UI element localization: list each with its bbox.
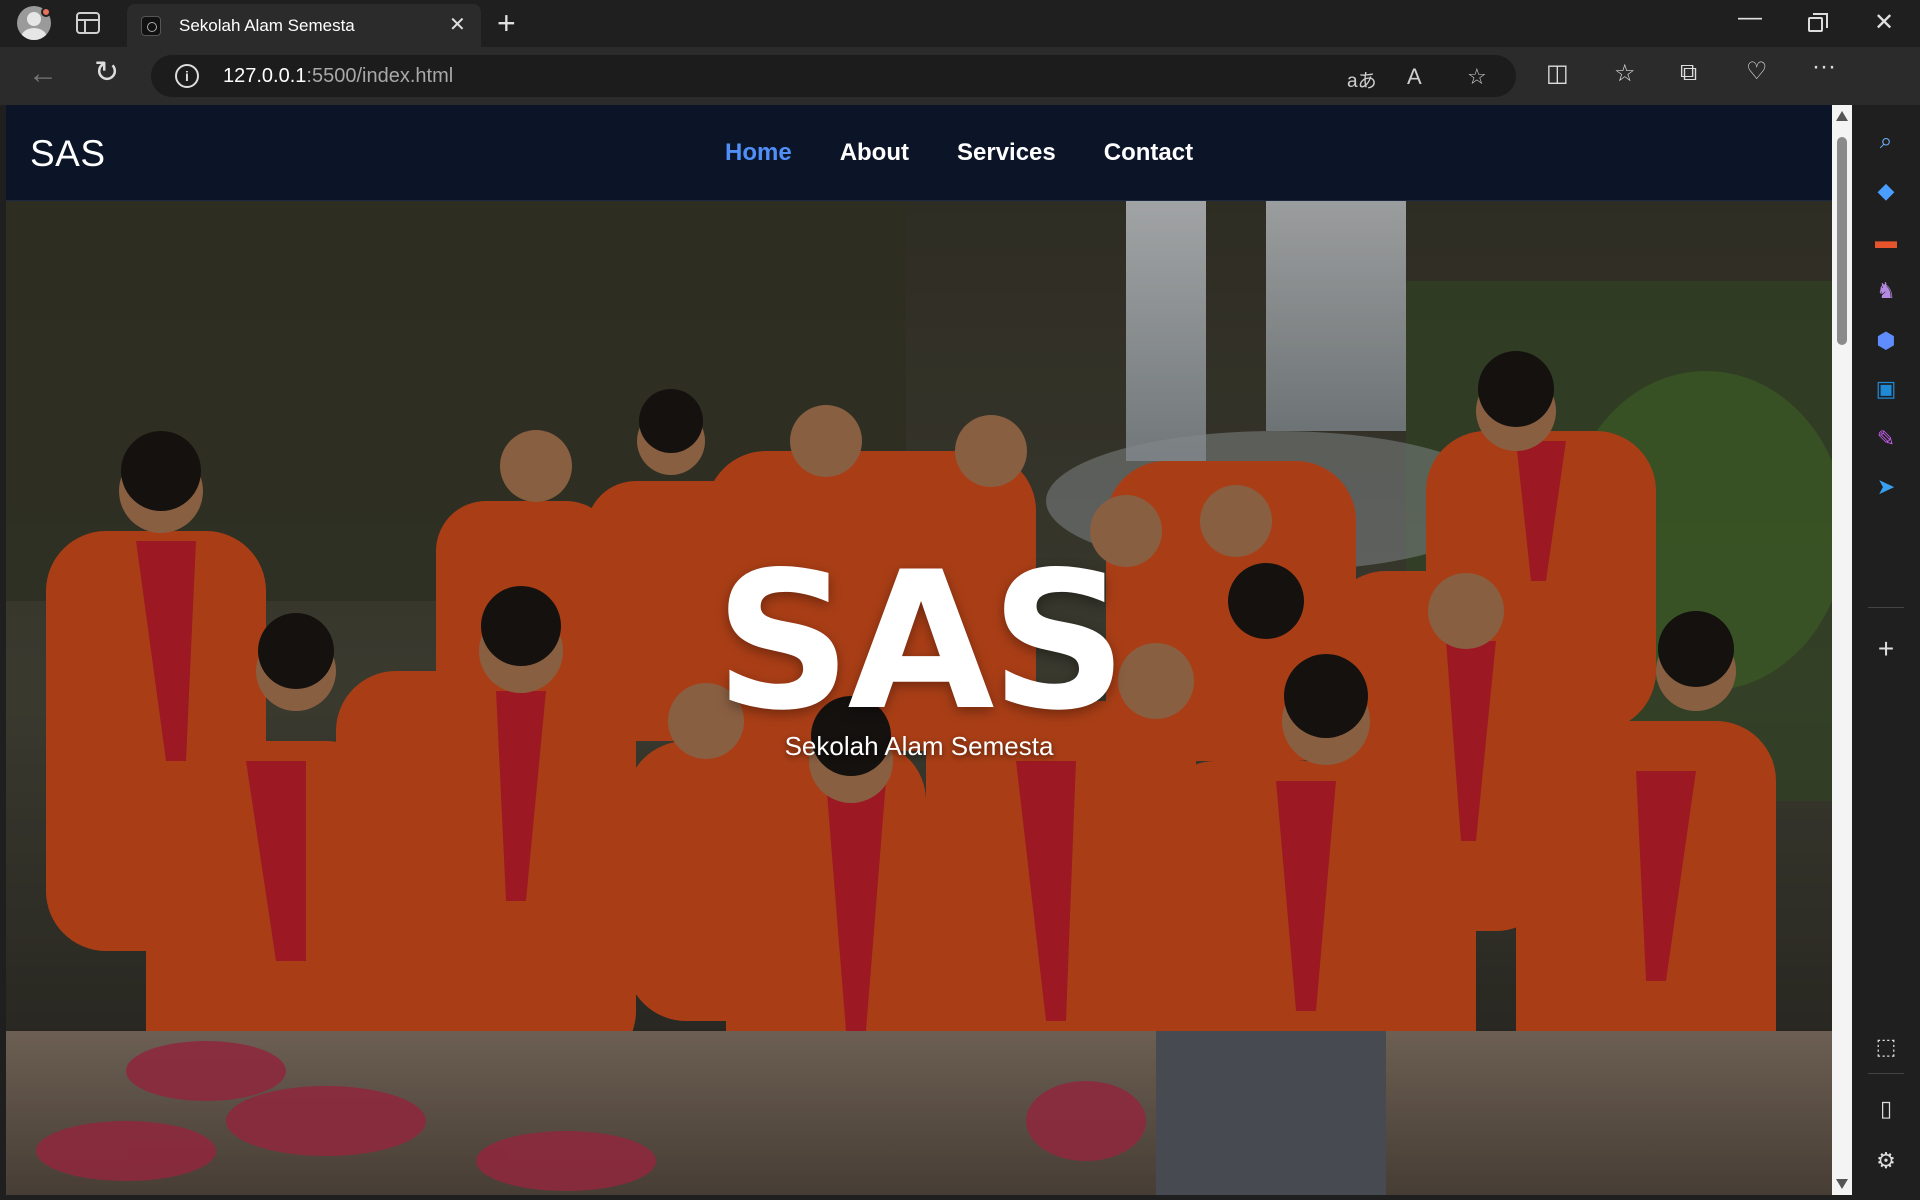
more-menu-icon[interactable]: ··· xyxy=(1812,53,1836,81)
page-viewport: SAS Home About Services Contact SAS Seko… xyxy=(6,105,1832,1195)
screenshot-icon[interactable]: ⬚ xyxy=(1872,1033,1900,1061)
tab-close-icon[interactable]: ✕ xyxy=(449,13,466,37)
hide-sidebar-icon[interactable]: ▯ xyxy=(1872,1095,1900,1123)
send-icon[interactable]: ➤ xyxy=(1872,473,1900,501)
settings-icon[interactable]: ⚙ xyxy=(1872,1147,1900,1175)
page-scrollbar[interactable] xyxy=(1832,105,1852,1195)
notification-dot xyxy=(41,7,51,17)
browser-toolbar: ← ↻ i 127.0.0.1:5500/index.html aあ A ☆ ◫… xyxy=(0,47,1920,105)
hero-subtitle: Sekolah Alam Semesta xyxy=(784,731,1054,761)
minimize-button[interactable]: — xyxy=(1738,4,1762,32)
back-arrow-icon[interactable]: ← xyxy=(28,57,58,91)
copilot-app-icon[interactable]: ⬢ xyxy=(1872,327,1900,355)
collections-icon[interactable]: ⧉ xyxy=(1680,59,1697,87)
translate-icon[interactable]: aあ xyxy=(1347,66,1377,93)
favorite-star-icon[interactable]: ☆ xyxy=(1467,64,1487,90)
nav-link-contact[interactable]: Contact xyxy=(1104,139,1193,167)
sidebar-divider xyxy=(1868,607,1904,608)
nav-link-services[interactable]: Services xyxy=(957,139,1056,167)
outlook-icon[interactable]: ▣ xyxy=(1872,375,1900,403)
site-info-icon[interactable]: i xyxy=(175,64,199,88)
tab-actions-icon[interactable] xyxy=(76,12,100,34)
scroll-down-arrow-icon[interactable] xyxy=(1836,1179,1848,1189)
restore-button[interactable] xyxy=(1808,13,1828,32)
scrollbar-thumb[interactable] xyxy=(1837,137,1847,345)
hero-section: SAS Sekolah Alam Semesta xyxy=(6,201,1832,1195)
site-navbar: SAS Home About Services Contact xyxy=(6,105,1832,201)
window-close-button[interactable]: ✕ xyxy=(1874,8,1894,37)
site-menu: Home About Services Contact xyxy=(725,139,1193,167)
url-path: :5500/index.html xyxy=(306,65,454,87)
tab-title: Sekolah Alam Semesta xyxy=(179,16,355,35)
browser-tab[interactable]: Sekolah Alam Semesta ✕ xyxy=(127,4,481,47)
nav-link-home[interactable]: Home xyxy=(725,139,792,167)
sidebar-divider-bottom xyxy=(1868,1073,1904,1074)
read-aloud-icon[interactable]: A xyxy=(1407,64,1422,90)
tag-icon[interactable]: ◆ xyxy=(1872,177,1900,205)
browser-titlebar: Sekolah Alam Semesta ✕ + — ✕ xyxy=(0,0,1920,47)
scroll-up-arrow-icon[interactable] xyxy=(1836,111,1848,121)
nav-link-about[interactable]: About xyxy=(840,139,909,167)
favicon-icon xyxy=(141,16,161,36)
chess-icon[interactable]: ♞ xyxy=(1872,277,1900,305)
add-icon[interactable]: + xyxy=(1872,635,1900,663)
address-bar[interactable]: i 127.0.0.1:5500/index.html aあ A ☆ xyxy=(151,55,1516,97)
reload-icon[interactable]: ↻ xyxy=(94,55,119,90)
url-text[interactable]: 127.0.0.1:5500/index.html xyxy=(223,65,453,88)
url-host: 127.0.0.1 xyxy=(223,65,307,87)
split-screen-icon[interactable]: ◫ xyxy=(1546,59,1569,88)
edge-sidebar: ⌕ ◆ ▬ ♞ ⬢ ▣ ✎ ➤ + ⬚ ▯ ⚙ xyxy=(1852,105,1920,1200)
browser-essentials-icon[interactable]: ♡ xyxy=(1746,57,1768,86)
toolbox-icon[interactable]: ▬ xyxy=(1872,227,1900,255)
search-icon[interactable]: ⌕ xyxy=(1872,127,1900,155)
designer-icon[interactable]: ✎ xyxy=(1872,425,1900,453)
favorites-icon[interactable]: ☆ xyxy=(1614,59,1636,88)
site-brand[interactable]: SAS xyxy=(30,133,106,175)
hero-title: SAS xyxy=(714,531,1128,752)
new-tab-button[interactable]: + xyxy=(497,7,516,39)
